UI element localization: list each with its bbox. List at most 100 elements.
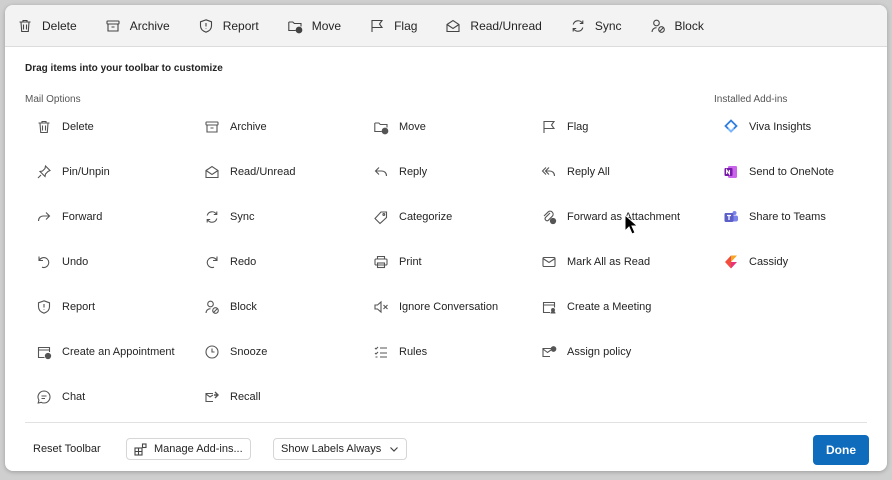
toolbar-flag[interactable]: Flag bbox=[369, 18, 417, 34]
option-ignore-conversation[interactable]: Ignore Conversation bbox=[373, 297, 498, 317]
toolbar-block[interactable]: Block bbox=[650, 18, 704, 34]
option-label: Pin/Unpin bbox=[62, 166, 110, 178]
option-label: Create a Meeting bbox=[567, 301, 652, 313]
option-label: Reply bbox=[399, 166, 428, 178]
option-undo[interactable]: Undo bbox=[36, 252, 88, 272]
onenote-icon bbox=[723, 164, 739, 180]
addin-label: Send to OneNote bbox=[749, 166, 835, 178]
toolbar-label: Move bbox=[311, 18, 342, 33]
option-label: Chat bbox=[62, 391, 86, 403]
option-label: Mark All as Read bbox=[567, 256, 651, 268]
reply-icon bbox=[373, 164, 389, 180]
flag-icon bbox=[369, 18, 385, 34]
option-rules[interactable]: Rules bbox=[373, 342, 427, 362]
teams-icon bbox=[723, 209, 739, 225]
option-label: Ignore Conversation bbox=[399, 301, 499, 313]
tag-icon bbox=[373, 209, 389, 225]
option-sync[interactable]: Sync bbox=[204, 207, 254, 227]
clock-icon bbox=[204, 344, 220, 360]
option-chat[interactable]: Chat bbox=[36, 387, 85, 407]
customize-hint: Drag items into your toolbar to customiz… bbox=[25, 63, 223, 74]
done-button[interactable]: Done bbox=[813, 435, 869, 465]
option-label: Categorize bbox=[399, 211, 453, 223]
option-label: Delete bbox=[62, 121, 94, 133]
reset-toolbar-button[interactable]: Reset Toolbar bbox=[26, 438, 108, 460]
undo-icon bbox=[36, 254, 52, 270]
option-create-meeting[interactable]: Create a Meeting bbox=[541, 297, 651, 317]
toolbar-preview: Delete Archive Report Move Flag Read/Unr… bbox=[5, 5, 887, 47]
toolbar-label: Delete bbox=[42, 18, 77, 33]
trash-icon bbox=[36, 119, 52, 135]
customize-toolbar-dialog: Delete Archive Report Move Flag Read/Unr… bbox=[5, 5, 887, 471]
toolbar-archive[interactable]: Archive bbox=[105, 18, 170, 34]
toolbar-delete[interactable]: Delete bbox=[17, 18, 77, 34]
mail-options-heading: Mail Options bbox=[25, 94, 81, 105]
option-read-unread[interactable]: Read/Unread bbox=[204, 162, 295, 182]
forward-icon bbox=[36, 209, 52, 225]
option-snooze[interactable]: Snooze bbox=[204, 342, 267, 362]
option-redo[interactable]: Redo bbox=[204, 252, 256, 272]
option-flag[interactable]: Flag bbox=[541, 117, 588, 137]
show-labels-dropdown[interactable]: Show Labels Always bbox=[273, 438, 408, 460]
option-reply[interactable]: Reply bbox=[373, 162, 427, 182]
option-archive[interactable]: Archive bbox=[204, 117, 267, 137]
toolbar-report[interactable]: Report bbox=[198, 18, 259, 34]
addin-viva-insights[interactable]: Viva Insights bbox=[723, 117, 811, 137]
addin-share-to-teams[interactable]: Share to Teams bbox=[723, 207, 826, 227]
option-report[interactable]: Report bbox=[36, 297, 95, 317]
option-label: Snooze bbox=[230, 346, 268, 358]
archive-icon bbox=[105, 18, 121, 34]
attachment-forward-icon bbox=[541, 209, 557, 225]
addins-icon bbox=[134, 442, 147, 456]
option-label: Recall bbox=[230, 391, 261, 403]
addin-label: Share to Teams bbox=[749, 211, 826, 223]
option-label: Forward bbox=[62, 211, 103, 223]
toolbar-label: Sync bbox=[594, 18, 622, 33]
manage-addins-label: Manage Add-ins... bbox=[154, 443, 243, 455]
envelope-open-icon bbox=[445, 18, 461, 34]
redo-icon bbox=[204, 254, 220, 270]
toolbar-sync[interactable]: Sync bbox=[570, 18, 622, 34]
printer-icon bbox=[373, 254, 389, 270]
toolbar-label: Report bbox=[222, 18, 259, 33]
toolbar-read-unread[interactable]: Read/Unread bbox=[445, 18, 542, 34]
folder-move-icon bbox=[373, 119, 389, 135]
manage-addins-button[interactable]: Manage Add-ins... bbox=[126, 438, 251, 460]
option-move[interactable]: Move bbox=[373, 117, 426, 137]
envelope-check-icon bbox=[541, 254, 557, 270]
envelope-recall-icon bbox=[204, 389, 220, 405]
toolbar-move[interactable]: Move bbox=[287, 18, 341, 34]
option-label: Archive bbox=[230, 121, 267, 133]
trash-icon bbox=[17, 18, 33, 34]
option-block[interactable]: Block bbox=[204, 297, 257, 317]
cassidy-icon bbox=[723, 254, 739, 270]
addin-send-to-onenote[interactable]: Send to OneNote bbox=[723, 162, 834, 182]
calendar-person-icon bbox=[541, 299, 557, 315]
option-mark-all-as-read[interactable]: Mark All as Read bbox=[541, 252, 650, 272]
block-person-icon bbox=[204, 299, 220, 315]
option-label: Reply All bbox=[567, 166, 610, 178]
option-label: Redo bbox=[230, 256, 257, 268]
option-create-appointment[interactable]: Create an Appointment bbox=[36, 342, 175, 362]
option-delete[interactable]: Delete bbox=[36, 117, 94, 137]
option-pin-unpin[interactable]: Pin/Unpin bbox=[36, 162, 110, 182]
addin-cassidy[interactable]: Cassidy bbox=[723, 252, 788, 272]
option-print[interactable]: Print bbox=[373, 252, 422, 272]
option-recall[interactable]: Recall bbox=[204, 387, 261, 407]
flag-icon bbox=[541, 119, 557, 135]
option-assign-policy[interactable]: Assign policy bbox=[541, 342, 631, 362]
option-categorize[interactable]: Categorize bbox=[373, 207, 452, 227]
options-panel: Drag items into your toolbar to customiz… bbox=[25, 47, 887, 471]
option-forward-as-attachment[interactable]: Forward as Attachment bbox=[541, 207, 680, 227]
option-label: Flag bbox=[567, 121, 589, 133]
shield-icon bbox=[36, 299, 52, 315]
mouse-pointer-icon bbox=[624, 214, 638, 236]
envelope-policy-icon bbox=[541, 344, 557, 360]
option-label: Read/Unread bbox=[230, 166, 296, 178]
archive-icon bbox=[204, 119, 220, 135]
option-forward[interactable]: Forward bbox=[36, 207, 102, 227]
option-label: Create an Appointment bbox=[62, 346, 175, 358]
footer-divider bbox=[25, 422, 867, 423]
option-reply-all[interactable]: Reply All bbox=[541, 162, 610, 182]
chevron-down-icon bbox=[389, 444, 399, 454]
